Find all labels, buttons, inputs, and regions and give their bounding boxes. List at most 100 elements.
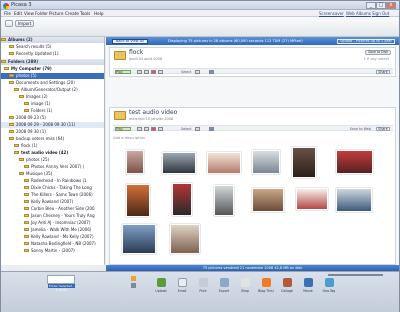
photo-thumbnail[interactable] — [252, 188, 284, 212]
folder-item[interactable]: Dixie Chicks - Taking The Long — [1, 185, 104, 191]
folder-item[interactable]: Joy Anti AJ - Insomniac (2007) — [1, 220, 104, 226]
select-all-icon[interactable] — [195, 127, 200, 131]
menu-file[interactable]: File — [4, 11, 11, 16]
sign-out-link[interactable]: Sign Out — [372, 11, 389, 16]
photo-thumbnail[interactable] — [126, 184, 150, 217]
folder-item[interactable]: Jason Chesney - Yours Truly Ang — [1, 213, 104, 219]
photo-thumbnail[interactable] — [122, 224, 156, 254]
select-label[interactable]: Select — [181, 70, 191, 74]
menu-edit[interactable]: Edit — [14, 11, 22, 16]
maximize-button[interactable]: □ — [376, 2, 386, 9]
folder-item[interactable]: Jamelia - Walk With Me (2006) — [1, 227, 104, 233]
photo-thumbnail[interactable] — [252, 150, 280, 174]
folder-item[interactable]: Kelly Rowland (2007) — [1, 199, 104, 205]
share-button[interactable]: Share — [376, 69, 390, 74]
add-description-field[interactable]: Add a description — [113, 136, 145, 140]
close-button[interactable]: x — [386, 2, 396, 9]
folder-item[interactable]: Folders (1) — [1, 108, 104, 114]
movie-action[interactable]: Movie — [300, 278, 316, 293]
albums-section-header[interactable]: Albums (2) — [1, 37, 104, 43]
photo-thumbnail[interactable] — [336, 150, 373, 174]
folders-section-header[interactable]: Folders (289) — [1, 59, 104, 65]
folder-item[interactable]: Documents and Settings (20) — [1, 80, 104, 86]
folder-item[interactable]: Kelly Rowland - Ms Kelly (2007) — [1, 234, 104, 240]
folder-item-my-computer[interactable]: My Computer (79) — [1, 66, 104, 72]
folder-item[interactable]: 2008 09 23 (5) — [1, 115, 104, 121]
folder-item[interactable]: image (1) — [1, 101, 104, 107]
tray-selection-area[interactable] — [47, 275, 75, 284]
folder-title[interactable]: flock — [129, 49, 143, 56]
photo-thumbnail[interactable] — [296, 188, 328, 210]
save-to-disk-button[interactable]: Save to Disk — [365, 50, 391, 55]
photo-thumbnail[interactable] — [172, 183, 192, 216]
tray-zoom-slider[interactable] — [328, 274, 383, 276]
folder-icon — [24, 108, 29, 113]
screensaver-link[interactable]: Screensaver — [319, 11, 344, 16]
folder-item[interactable]: backup voters miss (64) — [1, 136, 104, 142]
web-albums-link[interactable]: Web Albums — [346, 11, 371, 16]
import-button[interactable]: Import — [15, 20, 35, 27]
share-button[interactable]: Share — [376, 126, 390, 131]
print-action[interactable]: Print — [195, 278, 211, 293]
info-icon[interactable] — [158, 127, 163, 131]
photo-thumbnail[interactable] — [292, 147, 316, 178]
folder-item[interactable]: Rodeshead - In Rainbows (1 — [1, 178, 104, 184]
back-to-view-all-button[interactable]: Back to View All — [112, 38, 148, 44]
rotate-icon[interactable] — [137, 70, 142, 74]
edit-icon[interactable] — [144, 70, 149, 74]
clear-icon[interactable] — [131, 283, 136, 288]
photo-thumbnail[interactable] — [336, 188, 372, 212]
folder-item[interactable]: Sonny Martin - (2007) — [1, 248, 104, 254]
hold-icon[interactable] — [131, 276, 136, 281]
upload-action[interactable]: Upload — [153, 278, 169, 293]
minimize-button[interactable]: _ — [366, 2, 376, 9]
folder-item[interactable]: photos (25) — [1, 157, 104, 163]
menu-view[interactable]: View — [24, 11, 34, 16]
edit-icon[interactable] — [144, 127, 149, 131]
photo-thumbnail[interactable] — [214, 185, 234, 216]
folder-item[interactable]: Natasha Bedingfield - NB (2007) — [1, 241, 104, 247]
photo-thumbnail[interactable] — [207, 152, 241, 174]
menu-folder[interactable]: Folder — [35, 11, 48, 16]
folder-item[interactable]: Images (2) — [1, 94, 104, 100]
rotate-icon[interactable] — [137, 127, 142, 131]
select-label[interactable]: Select — [181, 127, 191, 131]
tag-icon[interactable] — [151, 70, 156, 74]
blog-this-action[interactable]: Blog This! — [258, 278, 274, 293]
upload-icon[interactable] — [209, 127, 214, 131]
folder-item-photos[interactable]: photos (5) — [1, 73, 104, 79]
folder-item-flock[interactable]: flock (1) — [1, 143, 104, 149]
album-item-search-results[interactable]: Search results (5) — [1, 44, 104, 50]
play-button[interactable]: Play — [115, 126, 131, 131]
upload-pictures-button[interactable]: Upload - Pictures up to 1 year — [336, 38, 395, 44]
album-item-recently-updated[interactable]: Recently Updated (1) — [1, 51, 104, 57]
folder-item[interactable]: Photos Annny Vers 2007) ( — [1, 164, 104, 170]
folder-item-musique[interactable]: Musique (35) — [1, 171, 104, 177]
geo-tag-action[interactable]: Geo-Tag — [321, 278, 337, 293]
export-action[interactable]: Export — [216, 278, 232, 293]
folder-item[interactable]: 2008 09 30 (1) — [1, 129, 104, 135]
select-all-icon[interactable] — [195, 70, 200, 74]
save-to-web-label[interactable]: Save to Web — [350, 127, 371, 131]
folder-title[interactable]: test audio video — [129, 109, 177, 116]
folder-item[interactable]: The Killers - Sams Town (2006) — [1, 192, 104, 198]
menu-tools[interactable]: Tools — [80, 11, 90, 16]
add-icon[interactable] — [5, 20, 13, 27]
photo-thumbnail[interactable] — [170, 224, 200, 254]
tag-icon[interactable] — [151, 127, 156, 131]
menu-help[interactable]: Help — [94, 11, 104, 16]
folder-item[interactable]: 2008 09 29 - 2008 09 30 (11) — [1, 122, 104, 128]
shop-action[interactable]: Shop — [237, 278, 253, 293]
collage-action[interactable]: Collage — [279, 278, 295, 293]
info-icon[interactable] — [158, 70, 163, 74]
menu-picture[interactable]: Picture — [49, 11, 63, 16]
play-button[interactable]: Play — [115, 69, 131, 74]
upload-icon[interactable] — [209, 70, 214, 74]
folder-item[interactable]: Album/Generator/Output (2) — [1, 87, 104, 93]
email-action[interactable]: Email — [174, 278, 190, 293]
photo-thumbnail[interactable] — [126, 150, 144, 174]
folder-item-test-audio-video[interactable]: test audio video (42) — [1, 150, 104, 156]
folder-item[interactable]: Corbin Bleu - Another Side (200 — [1, 206, 104, 212]
photo-thumbnail[interactable] — [162, 152, 196, 174]
menu-create[interactable]: Create — [65, 11, 79, 16]
